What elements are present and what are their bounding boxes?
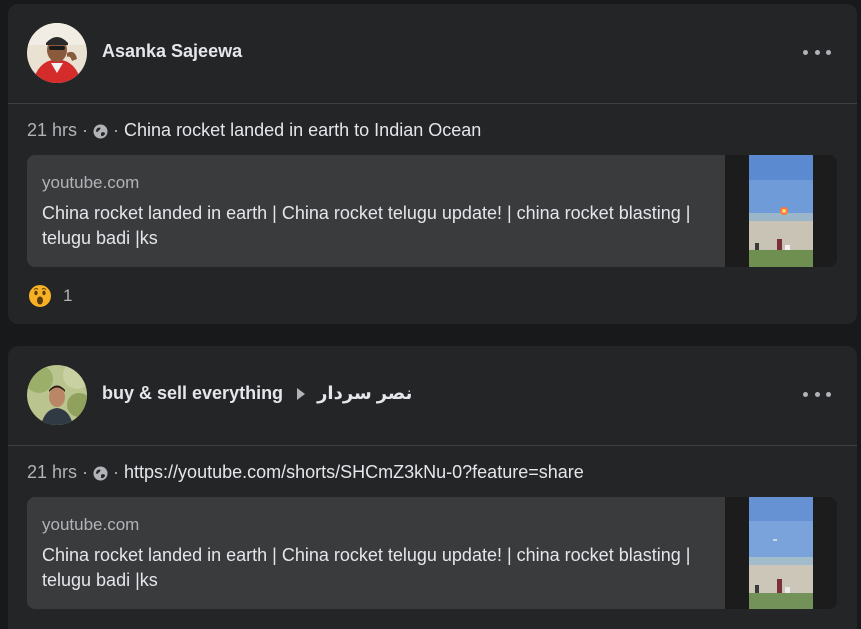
avatar[interactable] [27,23,87,83]
link-preview-text: youtube.com China rocket landed in earth… [42,515,722,593]
arrow-right-icon [297,387,306,400]
post-recipient-name[interactable]: نصر سردار [317,383,412,404]
dot-icon [803,49,808,55]
dot-icon [803,391,808,397]
post-author-row: buy & sell everything نصر سردار [102,383,412,404]
meta-separator: · [113,462,120,482]
more-options-button[interactable] [803,382,831,406]
globe-icon[interactable] [93,123,108,139]
meta-separator: · [113,120,120,140]
video-thumbnail[interactable] [725,497,837,609]
post-header: Asanka Sajeewa [8,4,857,104]
link-preview-text: youtube.com China rocket landed in earth… [42,173,722,251]
post-author-name[interactable]: buy & sell everything [102,383,283,404]
post-timestamp[interactable]: 21 hrs [27,462,77,483]
news-feed: Asanka Sajeewa 21 hrs · · China rocket l… [0,0,861,629]
link-title: China rocket landed in earth | China roc… [42,203,691,248]
post-caption-link[interactable]: https://youtube.com/shorts/SHCmZ3kNu-0?f… [124,462,584,483]
link-preview-card[interactable]: youtube.com China rocket landed in earth… [27,497,837,609]
avatar[interactable] [27,365,87,425]
meta-separator: · [82,120,89,140]
post-caption: China rocket landed in earth to Indian O… [124,120,482,140]
reactions-summary[interactable]: 1 [28,284,72,308]
post-author-name[interactable]: Asanka Sajeewa [102,41,242,62]
link-title: China rocket landed in earth | China roc… [42,545,691,590]
dot-icon [814,391,820,397]
dot-icon [826,391,831,397]
link-domain: youtube.com [42,173,140,192]
post-header: buy & sell everything نصر سردار [8,346,857,446]
divider [8,103,857,104]
meta-separator: · [82,462,89,482]
video-thumbnail[interactable] [725,155,837,267]
post-timestamp[interactable]: 21 hrs [27,120,77,141]
link-preview-card[interactable]: youtube.com China rocket landed in earth… [27,155,837,267]
feed-post: Asanka Sajeewa 21 hrs · · China rocket l… [8,4,857,324]
feed-post: buy & sell everything نصر سردار 21 hrs · [8,346,857,629]
reaction-count: 1 [63,286,73,305]
post-meta: 21 hrs · · https://youtube.com/shorts/SH… [27,462,584,483]
dot-icon [826,49,831,55]
more-options-button[interactable] [803,40,831,64]
wow-emoji-icon [28,284,52,308]
globe-icon[interactable] [93,465,108,481]
link-domain: youtube.com [42,515,140,534]
post-meta: 21 hrs · · China rocket landed in earth … [27,120,481,141]
dot-icon [814,49,820,55]
divider [8,445,857,446]
